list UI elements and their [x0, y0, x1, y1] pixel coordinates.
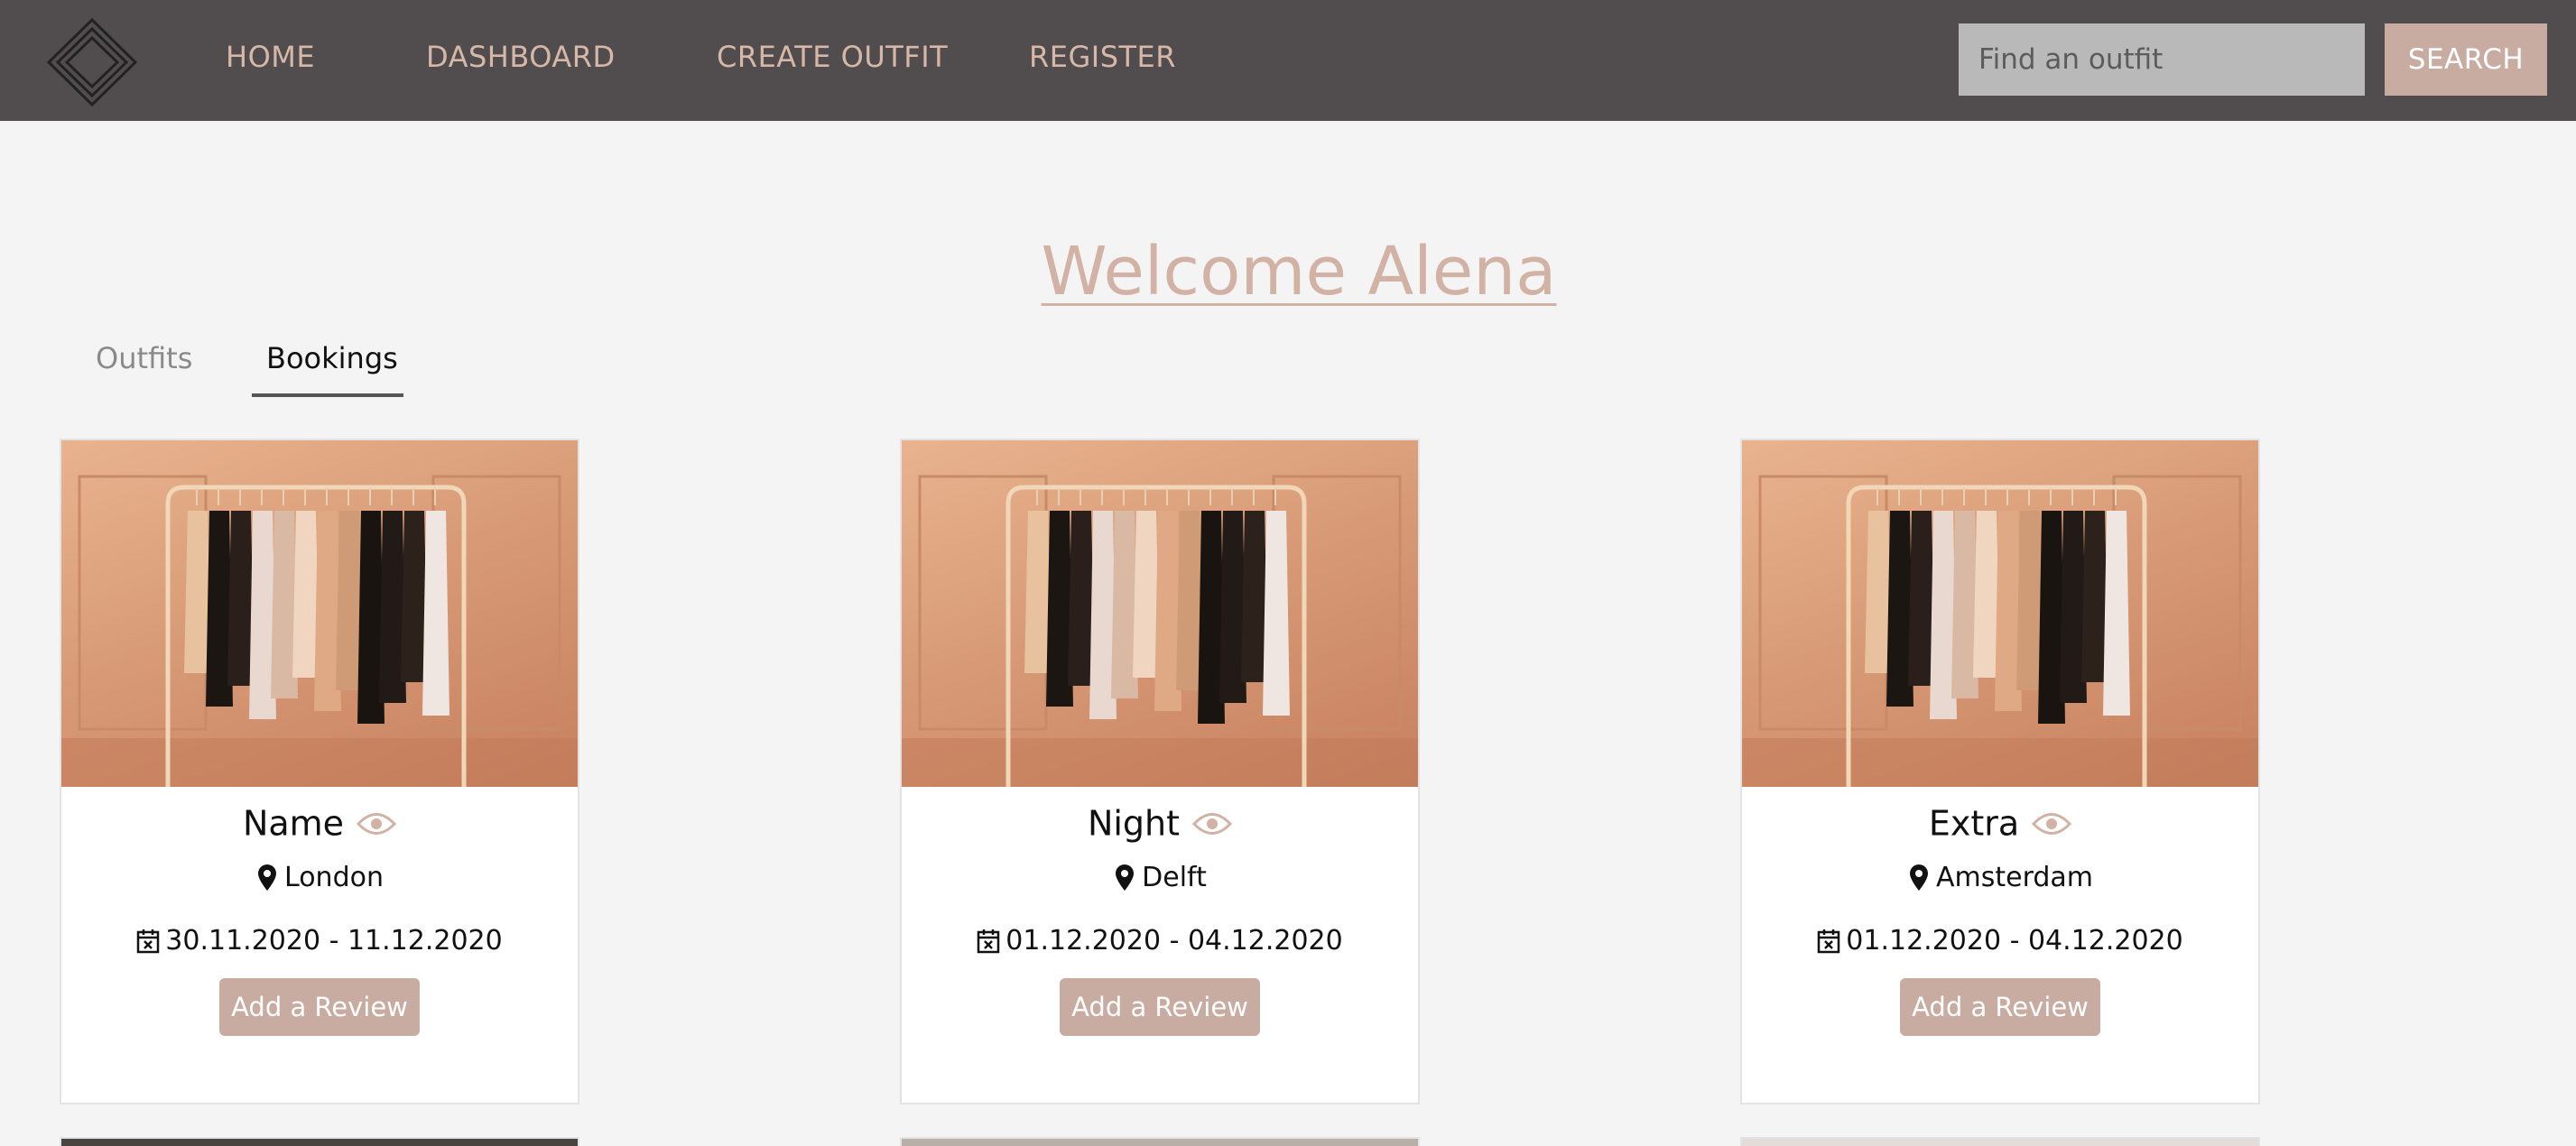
card-title: Name — [242, 803, 345, 844]
search-input[interactable] — [1959, 23, 2365, 96]
search-button[interactable]: SEARCH — [2385, 23, 2547, 96]
booking-card: Name London 30.11.2020 - 11.12.2020 Add a R… — [60, 439, 579, 1104]
card-dates-text: 01.12.2020 - 04.12.2020 — [1005, 925, 1343, 957]
diamond-logo-icon[interactable] — [45, 16, 139, 108]
eye-icon[interactable] — [357, 810, 397, 837]
card-title-row: Extra — [1742, 801, 2258, 844]
calendar-x-icon — [978, 929, 1000, 953]
booking-card: Night Delft 01.12.2020 - 04.12.2020 Add a R… — [900, 439, 1420, 1104]
card-location: Amsterdam — [1742, 861, 2258, 893]
map-pin-icon — [1909, 864, 1928, 891]
booking-card-peek — [60, 1137, 579, 1146]
nav-dashboard-link[interactable]: DASHBOARD — [426, 40, 616, 74]
booking-card-peek — [1740, 1137, 2260, 1146]
card-title: Extra — [1928, 803, 2020, 844]
eye-icon[interactable] — [2032, 810, 2072, 837]
card-image — [902, 440, 1418, 787]
add-review-button[interactable]: Add a Review — [1060, 978, 1260, 1036]
welcome-heading[interactable]: Welcome Alena — [0, 233, 2576, 310]
add-review-button[interactable]: Add a Review — [1900, 978, 2100, 1036]
card-title: Night — [1087, 803, 1181, 844]
card-dates-text: 30.11.2020 - 11.12.2020 — [165, 925, 503, 957]
card-dates: 30.11.2020 - 11.12.2020 — [61, 924, 578, 957]
booking-card-peek — [900, 1137, 1420, 1146]
card-image — [1742, 440, 2258, 787]
card-image — [61, 440, 578, 787]
clothing-rack-image — [902, 475, 1418, 787]
card-location-text: Delft — [1142, 862, 1207, 893]
nav-create-outfit-link[interactable]: CREATE OUTFIT — [717, 40, 948, 74]
card-location: Delft — [902, 861, 1418, 893]
eye-icon[interactable] — [1192, 810, 1233, 837]
card-title-row: Night — [902, 801, 1418, 844]
booking-card: Extra Amsterdam 01.12.2020 - 04.12.2020 Add… — [1740, 439, 2260, 1104]
nav-home-link[interactable]: HOME — [226, 40, 315, 74]
card-location-text: Amsterdam — [1935, 862, 2094, 893]
clothing-rack-image — [1742, 475, 2258, 787]
navbar: HOME DASHBOARD CREATE OUTFIT REGISTER SE… — [0, 0, 2576, 121]
calendar-x-icon — [137, 929, 160, 953]
card-dates: 01.12.2020 - 04.12.2020 — [902, 924, 1418, 957]
calendar-x-icon — [1818, 929, 1840, 953]
clothing-rack-image — [61, 475, 578, 787]
card-title-row: Name — [61, 801, 578, 844]
add-review-button[interactable]: Add a Review — [219, 978, 420, 1036]
card-location: London — [61, 861, 578, 893]
map-pin-icon — [1116, 864, 1135, 891]
card-dates-text: 01.12.2020 - 04.12.2020 — [1846, 925, 2183, 957]
nav-register-link[interactable]: REGISTER — [1029, 40, 1176, 74]
active-tab-indicator — [252, 393, 403, 397]
card-location-text: London — [284, 862, 384, 893]
card-dates: 01.12.2020 - 04.12.2020 — [1742, 924, 2258, 957]
tab-bookings[interactable]: Bookings — [266, 341, 398, 375]
map-pin-icon — [258, 864, 277, 891]
tab-outfits[interactable]: Outfits — [96, 341, 192, 375]
